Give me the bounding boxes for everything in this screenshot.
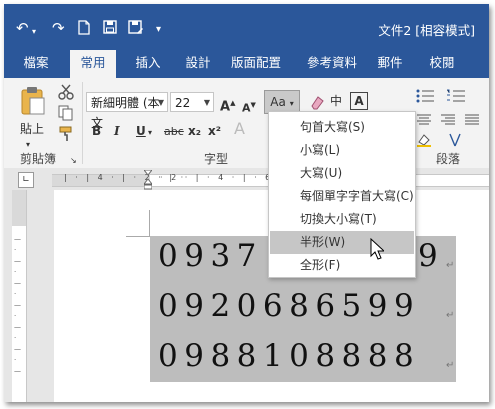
horizontal-ruler[interactable]: ∟ | · | 4 · | · 2 · | · · 2 · | · 4 · | … bbox=[4, 168, 489, 190]
vertical-ruler-margin bbox=[12, 190, 26, 226]
document-line-2[interactable]: 0920686599 bbox=[158, 290, 420, 322]
underline-button[interactable]: U bbox=[136, 124, 146, 138]
menu-item-lowercase[interactable]: 小寫(L) bbox=[270, 139, 414, 162]
menu-item-uppercase[interactable]: 大寫(U) bbox=[270, 162, 414, 185]
document-line-1[interactable]: 0937 bbox=[158, 240, 263, 272]
menu-item-sentence-case[interactable]: 句首大寫(S) bbox=[270, 116, 414, 139]
phonetic-label: 中 bbox=[330, 94, 343, 108]
justify-icon[interactable] bbox=[464, 111, 480, 130]
text-effects-icon[interactable]: A bbox=[234, 121, 245, 137]
title-bar: ↶ ▾ ↷ ▾ 文件2 [相容模式] bbox=[4, 4, 489, 50]
grow-font-button[interactable]: A▲ bbox=[220, 96, 235, 114]
vertical-ruler-ticks: — · — · — · — · — · — · — bbox=[14, 235, 21, 375]
document-line-3[interactable]: 0988108888 bbox=[158, 340, 420, 372]
redo-icon[interactable]: ↷ bbox=[52, 20, 65, 36]
document-line-1-tail[interactable]: 9 bbox=[418, 240, 444, 272]
new-doc-icon[interactable] bbox=[78, 20, 90, 38]
tab-file[interactable]: 檔案 bbox=[14, 50, 58, 78]
paragraph-mark: ↵ bbox=[446, 360, 455, 371]
format-painter-icon[interactable] bbox=[58, 126, 74, 146]
bold-button[interactable]: B bbox=[92, 124, 101, 138]
mouse-cursor-icon bbox=[370, 237, 386, 264]
tab-design[interactable]: 設計 bbox=[176, 50, 220, 78]
tab-layout[interactable]: 版面配置 bbox=[224, 50, 288, 78]
char-border-label: A bbox=[354, 94, 364, 108]
clipboard-group-label: 剪貼簿 bbox=[20, 152, 57, 166]
save-icon[interactable] bbox=[103, 20, 117, 37]
tab-insert[interactable]: 插入 bbox=[126, 50, 170, 78]
menu-item-full-width[interactable]: 全形(F) bbox=[270, 254, 414, 277]
change-case-label: Aa bbox=[270, 95, 286, 109]
tab-mailings[interactable]: 郵件 bbox=[368, 50, 412, 78]
subscript-button[interactable]: x₂ bbox=[188, 124, 201, 138]
paragraph-mark: ↵ bbox=[446, 310, 455, 321]
ribbon-tabs: 檔案 常用 插入 設計 版面配置 參考資料 郵件 校閱 bbox=[4, 50, 489, 78]
strikethrough-button[interactable]: abc bbox=[164, 125, 184, 139]
phonetic-guide-button[interactable]: 中 bbox=[330, 94, 342, 108]
paste-icon[interactable] bbox=[20, 86, 46, 120]
grow-font-label: A bbox=[220, 99, 231, 115]
copy-icon[interactable] bbox=[58, 105, 74, 125]
tab-references[interactable]: 參考資料 bbox=[300, 50, 364, 78]
save-as-icon[interactable] bbox=[128, 20, 144, 38]
tab-selector-icon[interactable]: ∟ bbox=[18, 172, 34, 188]
shrink-font-button[interactable]: A▼ bbox=[242, 98, 256, 116]
numbering-icon[interactable] bbox=[446, 88, 466, 107]
paste-label[interactable]: 貼上 bbox=[20, 122, 44, 136]
group-separator bbox=[82, 82, 83, 164]
menu-item-capitalize-each-word[interactable]: 每個單字字首大寫(C) bbox=[270, 185, 414, 208]
shading-icon[interactable] bbox=[416, 132, 432, 151]
ruler-ticks-right: · 2 · | · 4 · | · 6 · bbox=[160, 173, 285, 182]
align-right-icon[interactable] bbox=[440, 111, 456, 130]
font-size-value: 22 bbox=[175, 96, 191, 110]
word-window: ↶ ▾ ↷ ▾ 文件2 [相容模式] 檔案 常用 插入 設計 版面配置 參考資料… bbox=[4, 4, 489, 402]
bullets-icon[interactable] bbox=[416, 88, 436, 107]
font-name-combo[interactable]: 新細明體 (本文 ▼ bbox=[86, 92, 168, 130]
window-title: 文件2 [相容模式] bbox=[378, 23, 475, 38]
shrink-font-label: A bbox=[242, 101, 251, 115]
sort-icon[interactable] bbox=[448, 132, 464, 151]
clipboard-launcher-icon[interactable]: ↘ bbox=[70, 154, 77, 168]
cut-icon[interactable] bbox=[58, 84, 74, 104]
margin-crop-mark bbox=[149, 210, 150, 236]
superscript-button[interactable]: x² bbox=[208, 124, 221, 138]
paragraph-group-label: 段落 bbox=[436, 152, 461, 166]
change-case-menu: 句首大寫(S) 小寫(L) 大寫(U) 每個單字字首大寫(C) 切換大小寫(T)… bbox=[268, 111, 416, 278]
paragraph-mark: ↵ bbox=[446, 260, 455, 271]
undo-icon[interactable]: ↶ bbox=[16, 20, 29, 36]
underline-dropdown-icon[interactable]: ▾ bbox=[148, 126, 152, 140]
margin-crop-mark bbox=[126, 236, 150, 237]
italic-button[interactable]: I bbox=[114, 124, 120, 138]
font-size-combo[interactable]: 22 ▼ bbox=[170, 92, 214, 112]
font-group-label: 字型 bbox=[204, 152, 229, 166]
font-name-value: 新細明體 (本文 bbox=[91, 96, 160, 130]
menu-item-half-width[interactable]: 半形(W) bbox=[270, 231, 414, 254]
customize-icon[interactable]: ▾ bbox=[156, 22, 161, 38]
menu-item-toggle-case[interactable]: 切換大小寫(T) bbox=[270, 208, 414, 231]
tab-review[interactable]: 校閱 bbox=[420, 50, 464, 78]
char-border-button[interactable]: A bbox=[350, 92, 368, 110]
chevron-down-icon: ▼ bbox=[157, 98, 164, 107]
tab-home[interactable]: 常用 bbox=[70, 50, 116, 78]
indent-marker-icon[interactable] bbox=[142, 169, 154, 190]
align-center-icon[interactable] bbox=[416, 111, 432, 130]
chevron-down-icon: ▼ bbox=[203, 98, 210, 107]
undo-dropdown-icon[interactable]: ▾ bbox=[32, 24, 36, 40]
ribbon: 貼上 ▾ 剪貼簿 ↘ 新細明體 (本文 ▼ 22 ▼ A▲ A▼ Aa ▾ 中 … bbox=[4, 78, 489, 169]
